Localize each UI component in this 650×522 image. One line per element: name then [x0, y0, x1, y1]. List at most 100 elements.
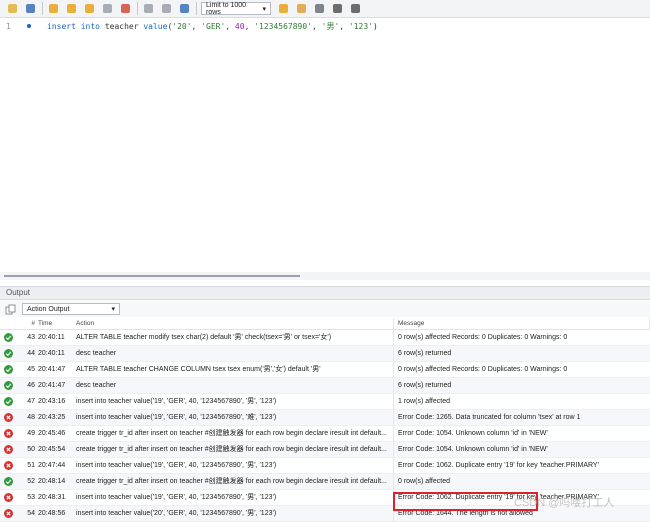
watermark-text: CSDN @吗喽打工人 [514, 497, 615, 509]
execute-current-icon[interactable] [65, 2, 78, 15]
explain-icon[interactable] [83, 2, 96, 15]
sql-code-line[interactable]: insert into teacher value('20', 'GER', 4… [47, 21, 378, 33]
row-action: insert into teacher value('19', 'GER', 4… [73, 410, 394, 425]
folder-icon[interactable] [6, 2, 19, 15]
invisible-chars-icon[interactable] [331, 2, 344, 15]
toggle-error-icon[interactable] [119, 2, 132, 15]
success-check-icon [3, 349, 13, 358]
success-check-icon [3, 333, 13, 342]
row-number: 48 [27, 414, 35, 421]
auto-commit-icon[interactable] [178, 2, 191, 15]
code-token: teacher [100, 22, 144, 31]
row-action: create trigger tr_id after insert on tea… [73, 426, 394, 441]
column-header-action[interactable]: Action [73, 318, 394, 329]
code-token: '20' [172, 22, 192, 31]
line-number-gutter: 1 [6, 21, 11, 33]
code-token: value [143, 22, 168, 31]
action-output-grid: # Time Action Message 43 20:40:11 ALTER TA… [0, 318, 650, 522]
line-number: 1 [6, 22, 11, 31]
execute-icon[interactable] [47, 2, 60, 15]
wrap-icon[interactable] [349, 2, 362, 15]
stop-icon[interactable] [101, 2, 114, 15]
editor-horizontal-scrollbar[interactable] [0, 272, 650, 280]
column-header-num[interactable]: # [16, 318, 38, 329]
bookmark-icon[interactable] [277, 2, 290, 15]
row-time: 20:48:31 [38, 494, 66, 501]
status-cell [0, 490, 16, 505]
status-cell [0, 394, 16, 409]
success-check-icon [3, 397, 13, 406]
row-action: ALTER TABLE teacher modify tsex char(2) … [73, 330, 394, 345]
code-token: '123' [348, 22, 374, 31]
chevron-down-icon: ▾ [262, 5, 266, 13]
row-action: insert into teacher value('19', 'GER', 4… [73, 458, 394, 473]
row-time: 20:40:11 [38, 334, 65, 341]
output-row[interactable]: 48 20:43:25 insert into teacher value('19'… [0, 410, 650, 426]
output-row[interactable]: 51 20:47:44 insert into teacher value('19'… [0, 458, 650, 474]
toolbar-separator [42, 2, 43, 15]
row-message: 0 row(s) affected Records: 0 Duplicates:… [398, 366, 568, 373]
error-x-icon [3, 461, 13, 470]
code-token: , [312, 22, 322, 31]
row-number: 44 [27, 350, 35, 357]
row-action: insert into teacher value('19', 'GER', 4… [73, 394, 394, 409]
row-time: 20:48:14 [38, 478, 66, 485]
grid-header: # Time Action Message [0, 318, 650, 330]
row-message: Error Code: 1054. Unknown column 'id' in… [398, 446, 548, 453]
output-row[interactable]: 46 20:41:47 desc teacher 6 row(s) returned [0, 378, 650, 394]
commit-icon[interactable] [142, 2, 155, 15]
row-number: 53 [27, 494, 35, 501]
status-cell [0, 362, 16, 377]
chevron-down-icon: ▾ [111, 306, 115, 313]
beautify-icon[interactable] [295, 2, 308, 15]
save-icon[interactable] [24, 2, 37, 15]
sql-editor-toolbar: Limit to 1000 rows ▾ [0, 0, 650, 18]
find-icon[interactable] [313, 2, 326, 15]
row-number: 49 [27, 430, 35, 437]
output-row[interactable]: 44 20:40:11 desc teacher 6 row(s) returned [0, 346, 650, 362]
success-check-icon [3, 477, 13, 486]
output-row[interactable]: 50 20:45:54 create trigger tr_id after ins… [0, 442, 650, 458]
code-token: , [339, 22, 349, 31]
rollback-icon[interactable] [160, 2, 173, 15]
scrollbar-thumb[interactable] [4, 275, 300, 277]
row-time: 20:45:46 [38, 430, 66, 437]
row-number: 46 [27, 382, 35, 389]
output-row[interactable]: 49 20:45:46 create trigger tr_id after ins… [0, 426, 650, 442]
sql-editor[interactable]: 1 insert into teacher value('20', 'GER',… [0, 18, 650, 272]
status-cell [0, 378, 16, 393]
toolbar-separator [196, 2, 197, 15]
limit-rows-select[interactable]: Limit to 1000 rows ▾ [201, 1, 271, 16]
row-number: 43 [27, 334, 35, 341]
error-x-icon [3, 413, 13, 422]
row-message: Error Code: 1062. Duplicate entry '19' f… [398, 462, 599, 469]
copy-output-icon[interactable] [5, 304, 16, 315]
column-header-message[interactable]: Message [394, 318, 650, 329]
code-token: , [191, 22, 202, 31]
output-toolbar: Action Output ▾ [0, 301, 650, 317]
status-column-header [0, 318, 16, 329]
row-time: 20:41:47 [38, 382, 66, 389]
status-cell [0, 474, 16, 489]
row-message: 0 row(s) affected [398, 478, 451, 485]
output-type-value: Action Output [27, 305, 70, 313]
row-message: 0 row(s) affected Records: 0 Duplicates:… [398, 334, 568, 341]
output-row[interactable]: 52 20:48:14 create trigger tr_id after ins… [0, 474, 650, 490]
output-row[interactable]: 47 20:43:16 insert into teacher value('19'… [0, 394, 650, 410]
output-type-select[interactable]: Action Output ▾ [22, 303, 120, 315]
row-message: Error Code: 1265. Data truncated for col… [398, 414, 581, 421]
row-number: 45 [27, 366, 35, 373]
error-x-icon [3, 493, 13, 502]
row-action: create trigger tr_id after insert on tea… [73, 442, 394, 457]
row-message: 6 row(s) returned [398, 382, 452, 389]
column-header-time[interactable]: Time [38, 318, 73, 329]
output-row[interactable]: 43 20:40:11 ALTER TABLE teacher modify tse… [0, 330, 650, 346]
limit-rows-value: Limit to 1000 rows [206, 1, 247, 16]
row-number: 47 [27, 398, 35, 405]
status-cell [0, 410, 16, 425]
status-cell [0, 442, 16, 457]
row-time: 20:43:25 [38, 414, 66, 421]
row-message: Error Code: 1054. Unknown column 'id' in… [398, 430, 548, 437]
statement-marker-icon [27, 24, 31, 28]
output-row[interactable]: 45 20:41:47 ALTER TABLE teacher CHANGE COL… [0, 362, 650, 378]
